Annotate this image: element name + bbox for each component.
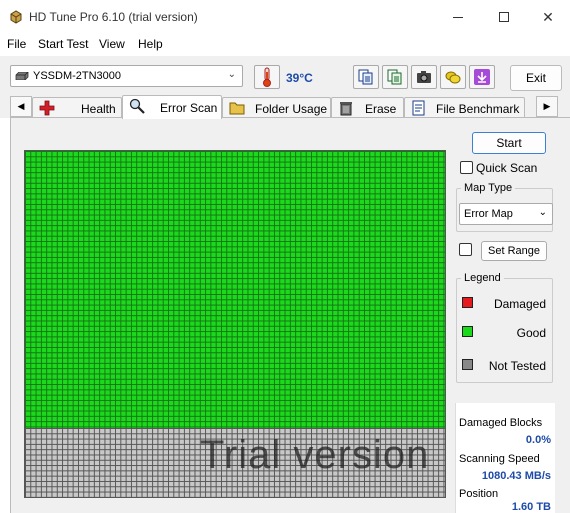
- scanning-speed-value: 1080.43 MB/s: [481, 470, 551, 482]
- magnifier-icon: [129, 98, 145, 114]
- minimize-button[interactable]: [435, 0, 481, 34]
- stats-panel: Damaged Blocks 0.0% Scanning Speed 1080.…: [455, 403, 555, 513]
- chevron-down-icon: ⌄: [538, 207, 547, 218]
- tab-folder-usage[interactable]: Folder Usage: [222, 97, 331, 118]
- download-icon: [474, 69, 490, 85]
- tab-file-benchmark-label: File Benchmark: [436, 102, 520, 116]
- start-button[interactable]: Start: [472, 132, 546, 154]
- legend-not-tested-swatch: [462, 359, 473, 370]
- folder-icon: [229, 102, 245, 115]
- download-button[interactable]: [469, 65, 495, 89]
- tab-erase-label: Erase: [365, 102, 397, 116]
- copy-icon: [358, 69, 373, 85]
- menu-help[interactable]: Help: [138, 37, 163, 51]
- temperature-value: 39°C: [286, 71, 313, 85]
- temperature-button[interactable]: [254, 65, 280, 89]
- copy-all-icon: [387, 69, 402, 85]
- legend-damaged-label: Damaged: [493, 297, 546, 311]
- map-type-select[interactable]: Error Map ⌄: [459, 203, 553, 225]
- menu-file[interactable]: File: [7, 37, 26, 51]
- trial-watermark: Trial version: [200, 433, 430, 477]
- app-icon: [10, 10, 22, 24]
- damaged-blocks-value: 0.0%: [525, 434, 551, 446]
- tab-scroll-left-button[interactable]: ◀: [10, 96, 32, 117]
- thermometer-icon: [263, 67, 271, 87]
- legend-good-swatch: [462, 326, 473, 337]
- health-cross-icon: [39, 100, 55, 116]
- position-label: Position: [459, 488, 499, 500]
- tab-file-benchmark[interactable]: File Benchmark: [404, 97, 525, 118]
- tab-health-label: Health: [81, 102, 116, 116]
- camera-icon: [417, 71, 431, 83]
- legend-damaged-swatch: [462, 297, 473, 308]
- maximize-button[interactable]: [481, 0, 527, 34]
- minimize-icon: [453, 16, 463, 18]
- close-button[interactable]: ✕: [525, 0, 570, 34]
- map-type-value: Error Map: [464, 208, 513, 220]
- drive-icon: [15, 72, 29, 80]
- screenshot-button[interactable]: [411, 65, 437, 89]
- legend-title: Legend: [461, 272, 504, 284]
- tab-error-scan-label: Error Scan: [160, 101, 218, 115]
- file-benchmark-icon: [412, 100, 425, 116]
- legend-not-tested-label: Not Tested: [488, 359, 546, 373]
- maximize-icon: [499, 12, 509, 22]
- position-value: 1.60 TB: [511, 501, 551, 513]
- menu-bar: File Start Test View Help: [0, 34, 570, 54]
- menu-view[interactable]: View: [99, 37, 125, 51]
- legend-good-label: Good: [516, 326, 546, 340]
- set-range-button[interactable]: Set Range: [481, 241, 547, 261]
- trash-icon: [340, 102, 352, 116]
- arrow-right-icon: ▶: [543, 101, 551, 111]
- damaged-blocks-label: Damaged Blocks: [459, 417, 543, 429]
- chevron-down-icon: ⌄: [227, 69, 236, 80]
- tab-folder-usage-label: Folder Usage: [255, 102, 328, 116]
- tab-error-scan[interactable]: Error Scan: [122, 95, 222, 119]
- window-title: HD Tune Pro 6.10 (trial version): [29, 10, 198, 24]
- drive-name: YSSDM-2TN3000: [33, 70, 122, 82]
- tab-erase[interactable]: Erase: [331, 97, 404, 118]
- title-bar: HD Tune Pro 6.10 (trial version) ✕: [0, 0, 570, 34]
- set-range-checkbox[interactable]: [459, 243, 472, 256]
- quick-scan-label: Quick Scan: [476, 161, 538, 175]
- copy-button[interactable]: [353, 65, 379, 89]
- save-icon: [445, 71, 461, 84]
- close-icon: ✕: [542, 8, 554, 25]
- exit-button[interactable]: Exit: [510, 65, 562, 91]
- map-type-title: Map Type: [461, 182, 516, 194]
- tab-scroll-right-button[interactable]: ▶: [536, 96, 558, 117]
- error-map: Trial version: [24, 150, 446, 498]
- drive-select[interactable]: YSSDM-2TN3000 ⌄: [10, 65, 243, 87]
- save-button[interactable]: [440, 65, 466, 89]
- scanning-speed-label: Scanning Speed: [459, 453, 540, 465]
- arrow-left-icon: ◀: [17, 101, 25, 111]
- quick-scan-checkbox[interactable]: [460, 161, 473, 174]
- menu-start-test[interactable]: Start Test: [38, 37, 88, 51]
- tab-health[interactable]: Health: [32, 97, 122, 118]
- copy-all-button[interactable]: [382, 65, 408, 89]
